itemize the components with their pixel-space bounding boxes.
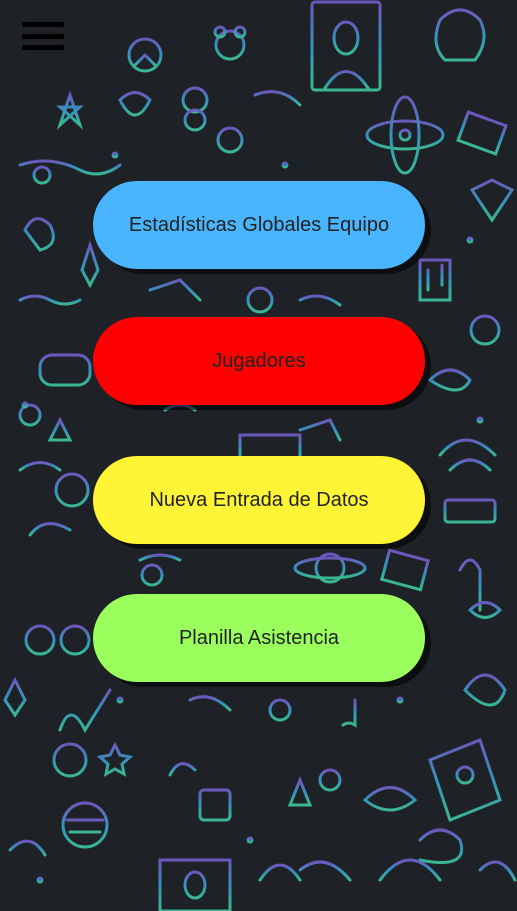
new-data-entry-button[interactable]: Nueva Entrada de Datos [93,456,425,544]
attendance-sheet-label: Planilla Asistencia [178,626,340,649]
menu-bar-middle [22,33,64,39]
players-label: Jugadores [212,349,306,372]
menu-bar-bottom [22,45,64,50]
menu-bar-top [22,22,64,27]
team-global-stats-label: Estadísticas Globales Equipo [128,213,390,236]
new-data-entry-label: Nueva Entrada de Datos [149,488,369,511]
team-global-stats-button[interactable]: Estadísticas Globales Equipo [93,181,425,269]
hamburger-menu-icon[interactable] [22,20,64,52]
attendance-sheet-button[interactable]: Planilla Asistencia [93,594,425,682]
players-button[interactable]: Jugadores [93,317,425,405]
